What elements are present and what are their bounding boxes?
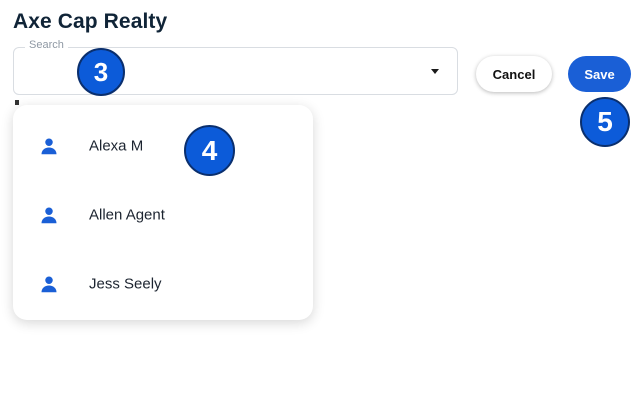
cancel-button[interactable]: Cancel (476, 56, 552, 92)
list-item-label: Alexa M (89, 137, 144, 154)
step-3-badge: 3 (77, 48, 125, 96)
person-icon (41, 138, 57, 154)
person-icon (41, 207, 57, 223)
list-item-jess-seely[interactable]: Jess Seely (13, 249, 313, 318)
save-button[interactable]: Save (568, 56, 631, 92)
list-item-alexa-m[interactable]: Alexa M (13, 111, 313, 180)
agent-dropdown-list: Alexa M Allen Agent Jess Seely (13, 105, 313, 320)
step-5-badge: 5 (580, 97, 630, 147)
person-icon (41, 276, 57, 292)
step-4-badge: 4 (184, 125, 235, 176)
list-item-allen-agent[interactable]: Allen Agent (13, 180, 313, 249)
divider-mark (15, 100, 19, 105)
search-label: Search (25, 39, 68, 51)
list-item-label: Jess Seely (89, 275, 162, 292)
chevron-down-icon[interactable] (431, 69, 439, 74)
list-item-label: Allen Agent (89, 206, 165, 223)
page-title: Axe Cap Realty (13, 10, 168, 33)
